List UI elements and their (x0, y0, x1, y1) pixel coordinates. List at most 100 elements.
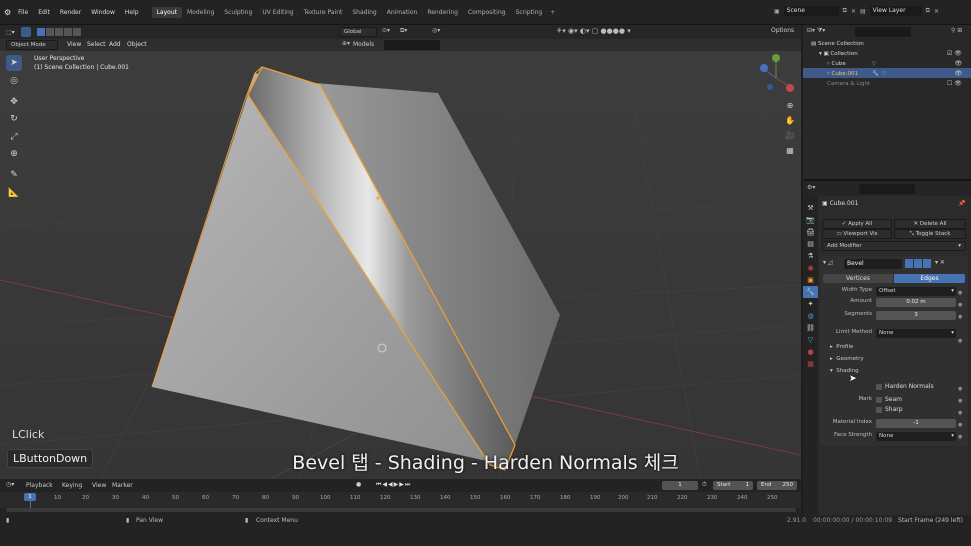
collapse-chevron-icon[interactable]: ▾ ◿ (823, 259, 833, 266)
tab-uv-editing[interactable]: UV Editing (257, 7, 298, 18)
outliner[interactable]: ⊟▾ ⧩▾ ⚲ ⊞ ▤ Scene Collection ▾ ▣ Collect… (803, 25, 971, 181)
modifier-display-toggles[interactable] (905, 259, 931, 268)
proportional-icon[interactable]: ◎▾ (432, 27, 440, 34)
render-toggle-icon[interactable] (923, 259, 931, 268)
limit-method-dropdown[interactable]: None ▾ (876, 329, 956, 338)
timeline-type-icon[interactable]: ◷▾ (6, 481, 14, 488)
outliner-filter-icon[interactable]: ⚲ ⊞ (951, 27, 962, 34)
tab-animation[interactable]: Animation (382, 7, 423, 18)
add-workspace-icon[interactable]: + (547, 9, 555, 16)
zoom-icon[interactable]: ⊕ (784, 98, 796, 113)
mode-dropdown[interactable]: Object Mode (6, 40, 58, 50)
menu-keying[interactable]: Keying (62, 482, 82, 489)
toggle-stack-button[interactable]: ⤡ Toggle Stack (894, 229, 966, 239)
viewport-toggle-icon[interactable] (914, 259, 922, 268)
keyframe-dots-shading[interactable]: ● ● ● ● ● (958, 383, 962, 443)
view-layer-tab-icon[interactable]: ▤ (803, 238, 818, 250)
scene-close-icon[interactable]: ✕ (851, 8, 856, 15)
menu-object[interactable]: Object (122, 32, 152, 57)
modifier-name-field[interactable]: Bevel (844, 259, 902, 269)
scale-tool-icon[interactable]: ⤢ (6, 129, 22, 145)
current-frame-field[interactable]: 1 (662, 481, 698, 490)
select-tool-icon[interactable] (20, 27, 31, 37)
menu-playback[interactable]: Playback (26, 482, 53, 489)
measure-tool-icon[interactable]: 📐 (6, 185, 22, 201)
checkbox-icon[interactable] (876, 406, 882, 413)
record-icon[interactable]: ● (356, 481, 361, 488)
menu-file[interactable]: File (13, 0, 33, 25)
add-modifier-dropdown[interactable]: Add Modifier ▾ (822, 241, 966, 251)
outliner-search-input[interactable] (855, 27, 911, 37)
view-layer-field[interactable]: View Layer (869, 6, 922, 16)
harden-normals-checkbox[interactable]: Harden Normals (876, 383, 934, 390)
visibility-toggles[interactable]: ☑ 👁 👁 👁 ☐ 👁 (947, 49, 962, 89)
physics-tab-icon[interactable]: ◍ (803, 310, 818, 322)
profile-section[interactable]: ▸ Profile (830, 344, 853, 350)
pivot-icon[interactable]: ⊙▾ (382, 27, 390, 34)
tab-compositing[interactable]: Compositing (463, 7, 511, 18)
sharp-checkbox[interactable]: Sharp (876, 406, 903, 413)
amount-field[interactable]: 0.02 m (876, 298, 956, 307)
camera-view-icon[interactable]: 🎥 (784, 128, 796, 143)
checkbox-icon[interactable] (876, 383, 882, 390)
menu-edit[interactable]: Edit (33, 0, 55, 25)
timeline-scrollbar[interactable] (6, 508, 796, 512)
overlay-controls[interactable]: ⚘▾ ◉▾ ◐▾ ▢ ●●●● ▾ (556, 27, 631, 35)
viewport-vis-button[interactable]: ▭ Viewport Vis (822, 229, 892, 239)
width-type-dropdown[interactable]: Offset ▾ (876, 287, 956, 296)
apply-all-button[interactable]: ✓ Apply All (822, 219, 892, 229)
data-tab-icon[interactable]: ▽ (803, 334, 818, 346)
outliner-type-icon[interactable]: ⊟▾ ⧩▾ (807, 27, 825, 35)
tab-sculpting[interactable]: Sculpting (219, 7, 257, 18)
blender-logo-icon[interactable]: ⚙ (4, 8, 11, 17)
modifier-menu-icon[interactable]: ▾ ✕ (935, 259, 945, 266)
snap-icon[interactable]: ⧉▾ (400, 27, 407, 35)
tab-edges[interactable]: Edges (894, 274, 965, 283)
end-frame-field[interactable]: End 250 (757, 481, 797, 490)
rotate-tool-icon[interactable]: ↻ (6, 111, 22, 127)
options-dropdown[interactable]: Options (771, 27, 794, 34)
playhead[interactable]: 1 (24, 493, 36, 501)
models-label[interactable]: Models (353, 41, 374, 48)
properties-search-input[interactable] (859, 184, 915, 194)
viewport-scene[interactable] (0, 25, 801, 479)
tab-vertices[interactable]: Vertices (823, 274, 893, 283)
tool-tab-icon[interactable]: ⚒ (803, 202, 818, 214)
menu-help[interactable]: Help (120, 0, 144, 25)
output-tab-icon[interactable]: 🖨 (803, 226, 818, 238)
transform-tool-icon[interactable]: ⊕ (6, 146, 22, 162)
ortho-grid-icon[interactable]: ▦ (784, 143, 796, 158)
menu-marker[interactable]: Marker (112, 482, 133, 489)
texture-tab-icon[interactable]: ▦ (803, 358, 818, 370)
playback-controls[interactable]: ⏮◀◀▶▶⏭ (376, 481, 411, 489)
scene-icon[interactable]: ▣ (774, 8, 780, 15)
scene-tab-icon[interactable]: ⚗ (803, 250, 818, 262)
3d-viewport[interactable] (0, 25, 801, 479)
constraints-tab-icon[interactable]: ⛓ (803, 322, 818, 334)
view-layer-icon[interactable]: ▤ (860, 8, 866, 15)
preview-range-icon[interactable]: ⏱ (702, 481, 707, 489)
menu-render[interactable]: Render (55, 0, 86, 25)
outliner-row-scene-collection[interactable]: ▤ Scene Collection (811, 39, 864, 49)
delete-all-button[interactable]: ✕ Delete All (894, 219, 966, 229)
object-tab-icon[interactable]: ▣ (803, 274, 818, 286)
pan-hand-icon[interactable]: ✋ (784, 113, 796, 128)
outliner-row-camera-light[interactable]: Camera & Light (827, 79, 870, 89)
properties-type-icon[interactable]: ⚙▾ (807, 184, 815, 191)
viewport-search-input[interactable] (384, 40, 440, 50)
render-tab-icon[interactable]: 📷 (803, 214, 818, 226)
tab-shading[interactable]: Shading (347, 7, 381, 18)
tab-layout[interactable]: Layout (151, 7, 182, 18)
material-tab-icon[interactable]: ● (803, 346, 818, 358)
start-frame-field[interactable]: Start 1 (713, 481, 753, 490)
select-box-tool-icon[interactable]: ➤ (6, 55, 22, 71)
scene-copy-icon[interactable]: ⧉ (843, 7, 847, 15)
modifier-tab-icon[interactable]: 🔧 (803, 286, 818, 298)
material-index-field[interactable]: -1 (876, 419, 956, 428)
view-layer-copy-icon[interactable]: ⧉ (926, 7, 930, 15)
tab-modeling[interactable]: Modeling (182, 7, 219, 18)
segments-field[interactable]: 3 (876, 311, 956, 320)
tab-rendering[interactable]: Rendering (422, 7, 463, 18)
move-tool-icon[interactable]: ✥ (6, 94, 22, 110)
editor-type-icon[interactable]: ⬚▾ (6, 29, 15, 36)
